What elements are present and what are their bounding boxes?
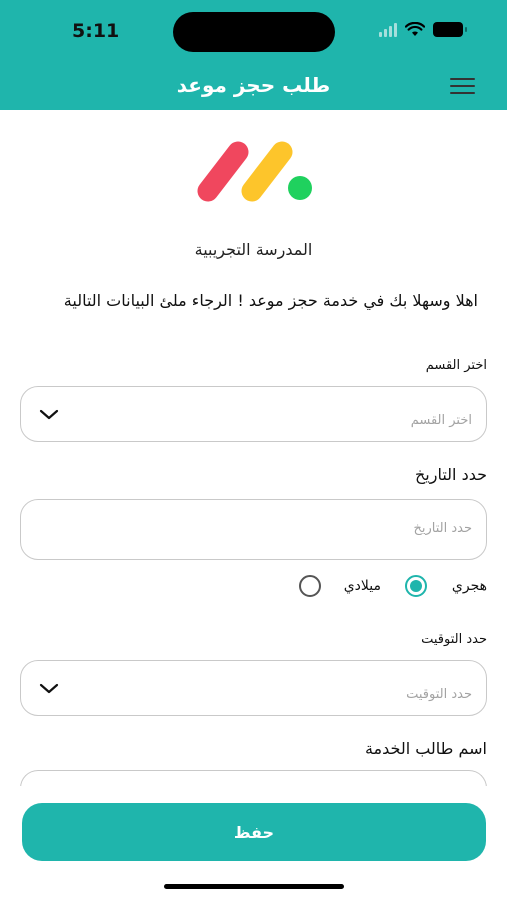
- applicant-name-label: اسم طالب الخدمة: [364, 739, 487, 758]
- gregorian-label: ميلادي: [343, 578, 381, 594]
- status-icons: [379, 22, 467, 37]
- dynamic-island: [173, 12, 335, 52]
- department-dropdown[interactable]: اختر القسم: [20, 386, 487, 442]
- chevron-down-icon: [39, 409, 59, 420]
- date-field[interactable]: حدد التاريخ: [20, 499, 487, 560]
- wifi-icon: [405, 22, 425, 36]
- school-name: المدرسة التجريبية: [194, 240, 313, 259]
- signal-icon: [379, 22, 397, 37]
- app-header: 5:11 طلب حجز موعد: [0, 0, 507, 110]
- hijri-label: هجري: [451, 578, 487, 594]
- date-placeholder: حدد التاريخ: [413, 521, 472, 536]
- page-title: طلب حجز موعد: [176, 73, 331, 97]
- hamburger-menu-icon[interactable]: [450, 78, 475, 94]
- time-label: حدد التوقيت: [421, 632, 487, 647]
- battery-icon: [433, 22, 467, 37]
- calendar-type-selector: هجري ميلادي: [0, 573, 507, 603]
- chevron-down-icon: [39, 683, 59, 694]
- home-indicator: [164, 884, 344, 889]
- time-placeholder: حدد التوقيت: [406, 687, 472, 702]
- department-placeholder: اختر القسم: [410, 413, 472, 428]
- brand-logo-icon: [197, 141, 312, 202]
- gregorian-radio[interactable]: [299, 575, 321, 597]
- save-button[interactable]: حفظ: [22, 803, 486, 861]
- status-time: 5:11: [72, 20, 120, 42]
- time-dropdown[interactable]: حدد التوقيت: [20, 660, 487, 716]
- department-label: اختر القسم: [425, 358, 487, 373]
- welcome-text: اهلا وسهلا بك في خدمة حجز موعد ! الرجاء …: [63, 291, 478, 310]
- date-label: حدد التاريخ: [414, 465, 487, 484]
- hijri-radio[interactable]: [405, 575, 427, 597]
